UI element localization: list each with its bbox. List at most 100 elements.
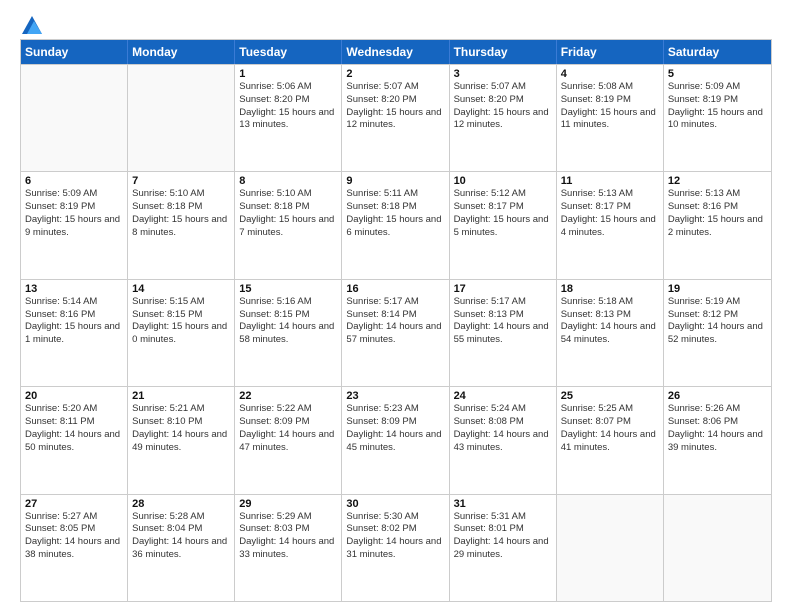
cal-header-sunday: Sunday — [21, 40, 128, 64]
cal-day-info: Sunrise: 5:20 AM Sunset: 8:11 PM Dayligh… — [25, 403, 123, 454]
cal-cell: 6Sunrise: 5:09 AM Sunset: 8:19 PM Daylig… — [21, 172, 128, 278]
cal-header-tuesday: Tuesday — [235, 40, 342, 64]
cal-day-info: Sunrise: 5:21 AM Sunset: 8:10 PM Dayligh… — [132, 403, 230, 454]
cal-cell: 23Sunrise: 5:23 AM Sunset: 8:09 PM Dayli… — [342, 387, 449, 493]
cal-cell: 17Sunrise: 5:17 AM Sunset: 8:13 PM Dayli… — [450, 280, 557, 386]
cal-header-wednesday: Wednesday — [342, 40, 449, 64]
cal-header-thursday: Thursday — [450, 40, 557, 64]
cal-cell: 25Sunrise: 5:25 AM Sunset: 8:07 PM Dayli… — [557, 387, 664, 493]
cal-cell: 20Sunrise: 5:20 AM Sunset: 8:11 PM Dayli… — [21, 387, 128, 493]
cal-day-number: 21 — [132, 390, 230, 402]
cal-day-info: Sunrise: 5:16 AM Sunset: 8:15 PM Dayligh… — [239, 296, 337, 347]
cal-cell: 12Sunrise: 5:13 AM Sunset: 8:16 PM Dayli… — [664, 172, 771, 278]
cal-day-info: Sunrise: 5:19 AM Sunset: 8:12 PM Dayligh… — [668, 296, 767, 347]
cal-day-number: 19 — [668, 283, 767, 295]
calendar-body: 1Sunrise: 5:06 AM Sunset: 8:20 PM Daylig… — [21, 64, 771, 601]
cal-day-number: 30 — [346, 498, 444, 510]
cal-cell — [21, 65, 128, 171]
cal-day-number: 9 — [346, 175, 444, 187]
cal-day-number: 18 — [561, 283, 659, 295]
header — [20, 16, 772, 31]
cal-cell — [664, 495, 771, 601]
cal-cell: 28Sunrise: 5:28 AM Sunset: 8:04 PM Dayli… — [128, 495, 235, 601]
cal-day-number: 27 — [25, 498, 123, 510]
cal-day-number: 3 — [454, 68, 552, 80]
cal-day-number: 23 — [346, 390, 444, 402]
cal-cell: 14Sunrise: 5:15 AM Sunset: 8:15 PM Dayli… — [128, 280, 235, 386]
cal-cell: 7Sunrise: 5:10 AM Sunset: 8:18 PM Daylig… — [128, 172, 235, 278]
cal-day-info: Sunrise: 5:13 AM Sunset: 8:16 PM Dayligh… — [668, 188, 767, 239]
page: SundayMondayTuesdayWednesdayThursdayFrid… — [0, 0, 792, 612]
cal-day-info: Sunrise: 5:09 AM Sunset: 8:19 PM Dayligh… — [25, 188, 123, 239]
cal-day-info: Sunrise: 5:13 AM Sunset: 8:17 PM Dayligh… — [561, 188, 659, 239]
cal-cell: 18Sunrise: 5:18 AM Sunset: 8:13 PM Dayli… — [557, 280, 664, 386]
cal-day-info: Sunrise: 5:10 AM Sunset: 8:18 PM Dayligh… — [132, 188, 230, 239]
cal-cell: 21Sunrise: 5:21 AM Sunset: 8:10 PM Dayli… — [128, 387, 235, 493]
cal-day-info: Sunrise: 5:08 AM Sunset: 8:19 PM Dayligh… — [561, 81, 659, 132]
cal-week-1: 1Sunrise: 5:06 AM Sunset: 8:20 PM Daylig… — [21, 64, 771, 171]
cal-day-info: Sunrise: 5:17 AM Sunset: 8:13 PM Dayligh… — [454, 296, 552, 347]
cal-day-info: Sunrise: 5:28 AM Sunset: 8:04 PM Dayligh… — [132, 511, 230, 562]
cal-day-info: Sunrise: 5:25 AM Sunset: 8:07 PM Dayligh… — [561, 403, 659, 454]
cal-cell: 31Sunrise: 5:31 AM Sunset: 8:01 PM Dayli… — [450, 495, 557, 601]
cal-day-number: 26 — [668, 390, 767, 402]
cal-week-4: 20Sunrise: 5:20 AM Sunset: 8:11 PM Dayli… — [21, 386, 771, 493]
cal-cell: 15Sunrise: 5:16 AM Sunset: 8:15 PM Dayli… — [235, 280, 342, 386]
cal-day-info: Sunrise: 5:29 AM Sunset: 8:03 PM Dayligh… — [239, 511, 337, 562]
cal-week-3: 13Sunrise: 5:14 AM Sunset: 8:16 PM Dayli… — [21, 279, 771, 386]
cal-day-number: 22 — [239, 390, 337, 402]
cal-day-info: Sunrise: 5:24 AM Sunset: 8:08 PM Dayligh… — [454, 403, 552, 454]
cal-cell — [128, 65, 235, 171]
cal-day-number: 1 — [239, 68, 337, 80]
cal-day-number: 14 — [132, 283, 230, 295]
cal-cell: 30Sunrise: 5:30 AM Sunset: 8:02 PM Dayli… — [342, 495, 449, 601]
cal-day-info: Sunrise: 5:23 AM Sunset: 8:09 PM Dayligh… — [346, 403, 444, 454]
cal-cell: 27Sunrise: 5:27 AM Sunset: 8:05 PM Dayli… — [21, 495, 128, 601]
cal-day-info: Sunrise: 5:27 AM Sunset: 8:05 PM Dayligh… — [25, 511, 123, 562]
cal-day-info: Sunrise: 5:07 AM Sunset: 8:20 PM Dayligh… — [346, 81, 444, 132]
cal-cell: 8Sunrise: 5:10 AM Sunset: 8:18 PM Daylig… — [235, 172, 342, 278]
cal-day-number: 5 — [668, 68, 767, 80]
cal-cell: 10Sunrise: 5:12 AM Sunset: 8:17 PM Dayli… — [450, 172, 557, 278]
cal-day-number: 2 — [346, 68, 444, 80]
cal-cell: 19Sunrise: 5:19 AM Sunset: 8:12 PM Dayli… — [664, 280, 771, 386]
cal-cell: 24Sunrise: 5:24 AM Sunset: 8:08 PM Dayli… — [450, 387, 557, 493]
cal-day-info: Sunrise: 5:09 AM Sunset: 8:19 PM Dayligh… — [668, 81, 767, 132]
cal-day-number: 31 — [454, 498, 552, 510]
cal-cell: 9Sunrise: 5:11 AM Sunset: 8:18 PM Daylig… — [342, 172, 449, 278]
cal-cell: 26Sunrise: 5:26 AM Sunset: 8:06 PM Dayli… — [664, 387, 771, 493]
cal-cell: 3Sunrise: 5:07 AM Sunset: 8:20 PM Daylig… — [450, 65, 557, 171]
cal-cell: 4Sunrise: 5:08 AM Sunset: 8:19 PM Daylig… — [557, 65, 664, 171]
cal-cell: 5Sunrise: 5:09 AM Sunset: 8:19 PM Daylig… — [664, 65, 771, 171]
cal-day-info: Sunrise: 5:14 AM Sunset: 8:16 PM Dayligh… — [25, 296, 123, 347]
cal-day-info: Sunrise: 5:18 AM Sunset: 8:13 PM Dayligh… — [561, 296, 659, 347]
cal-cell — [557, 495, 664, 601]
cal-header-monday: Monday — [128, 40, 235, 64]
cal-cell: 13Sunrise: 5:14 AM Sunset: 8:16 PM Dayli… — [21, 280, 128, 386]
cal-day-number: 24 — [454, 390, 552, 402]
calendar: SundayMondayTuesdayWednesdayThursdayFrid… — [20, 39, 772, 602]
cal-day-info: Sunrise: 5:31 AM Sunset: 8:01 PM Dayligh… — [454, 511, 552, 562]
cal-day-info: Sunrise: 5:12 AM Sunset: 8:17 PM Dayligh… — [454, 188, 552, 239]
cal-day-number: 25 — [561, 390, 659, 402]
cal-day-info: Sunrise: 5:15 AM Sunset: 8:15 PM Dayligh… — [132, 296, 230, 347]
cal-day-info: Sunrise: 5:17 AM Sunset: 8:14 PM Dayligh… — [346, 296, 444, 347]
cal-cell: 22Sunrise: 5:22 AM Sunset: 8:09 PM Dayli… — [235, 387, 342, 493]
logo — [20, 16, 42, 31]
logo-text — [20, 16, 42, 31]
cal-week-5: 27Sunrise: 5:27 AM Sunset: 8:05 PM Dayli… — [21, 494, 771, 601]
cal-day-number: 4 — [561, 68, 659, 80]
cal-day-info: Sunrise: 5:22 AM Sunset: 8:09 PM Dayligh… — [239, 403, 337, 454]
cal-day-number: 12 — [668, 175, 767, 187]
cal-day-number: 28 — [132, 498, 230, 510]
cal-day-info: Sunrise: 5:11 AM Sunset: 8:18 PM Dayligh… — [346, 188, 444, 239]
cal-week-2: 6Sunrise: 5:09 AM Sunset: 8:19 PM Daylig… — [21, 171, 771, 278]
cal-day-info: Sunrise: 5:07 AM Sunset: 8:20 PM Dayligh… — [454, 81, 552, 132]
cal-header-friday: Friday — [557, 40, 664, 64]
cal-day-number: 8 — [239, 175, 337, 187]
cal-day-info: Sunrise: 5:26 AM Sunset: 8:06 PM Dayligh… — [668, 403, 767, 454]
cal-day-info: Sunrise: 5:06 AM Sunset: 8:20 PM Dayligh… — [239, 81, 337, 132]
cal-day-number: 29 — [239, 498, 337, 510]
cal-day-number: 17 — [454, 283, 552, 295]
cal-day-number: 7 — [132, 175, 230, 187]
